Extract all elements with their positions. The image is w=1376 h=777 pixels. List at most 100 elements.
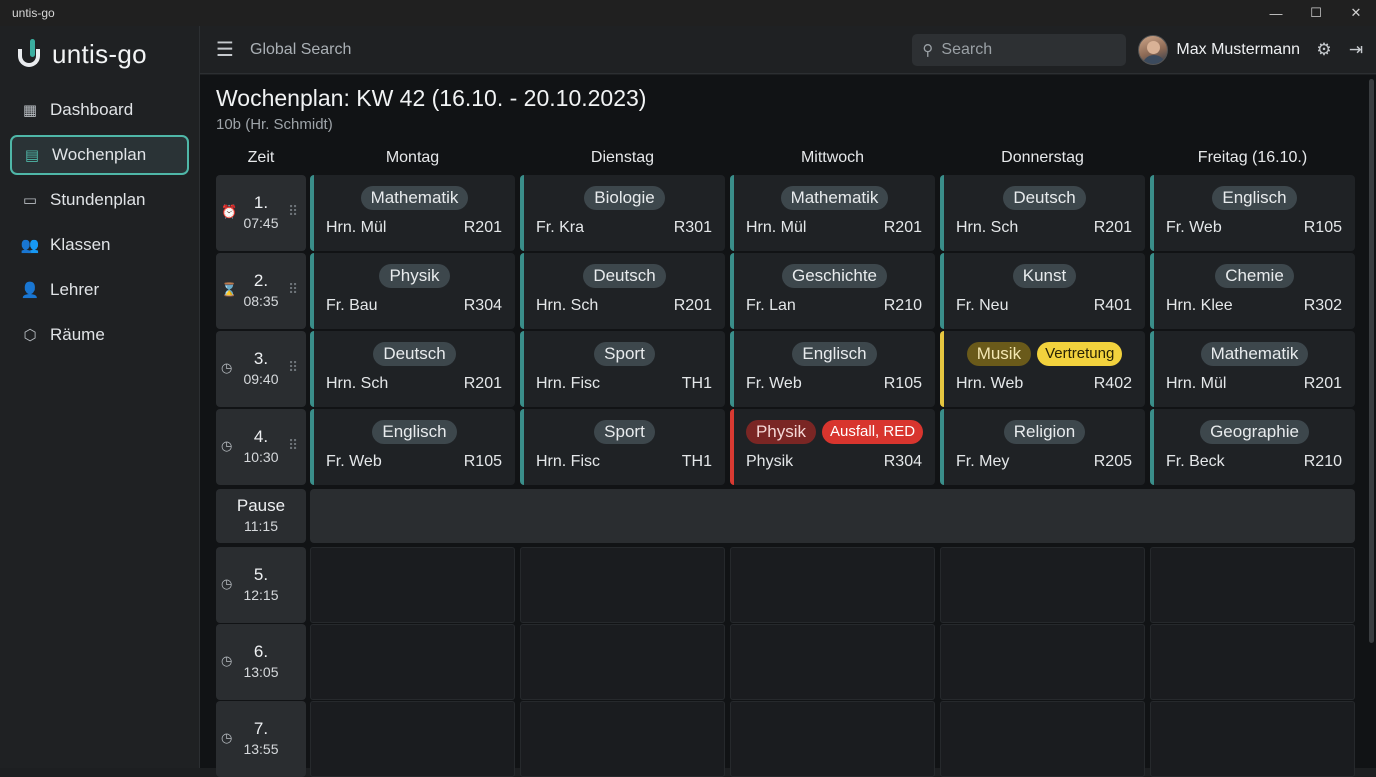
lesson-card[interactable]: Mathematik Hrn. Mül R201 <box>1150 331 1355 407</box>
main-content: Wochenplan: KW 42 (16.10. - 20.10.2023) … <box>200 75 1376 777</box>
empty-slot[interactable] <box>940 547 1145 623</box>
sidebar-item-klassen[interactable]: 👥 Klassen <box>10 225 189 265</box>
lesson-card[interactable]: Biologie Fr. Kra R301 <box>520 175 725 251</box>
drag-handle-icon[interactable]: ⠿ <box>288 281 298 298</box>
lesson-card[interactable]: Kunst Fr. Neu R401 <box>940 253 1145 329</box>
lesson-tags: Musik Vertretung <box>944 342 1145 366</box>
subject-badge: Geschichte <box>781 264 888 288</box>
settings-gear-icon[interactable]: ⚙ <box>1312 40 1336 60</box>
subject-badge: Englisch <box>792 342 877 366</box>
lesson-card[interactable]: Geschichte Fr. Lan R210 <box>730 253 935 329</box>
empty-slot[interactable] <box>520 624 725 700</box>
lesson-card[interactable]: Englisch Fr. Web R105 <box>310 409 515 485</box>
teacher-name: Fr. Bau <box>326 297 378 314</box>
teacher-name: Fr. Web <box>746 375 802 392</box>
sidebar-item-dashboard[interactable]: ▦ Dashboard <box>10 90 189 130</box>
lesson-card[interactable]: Englisch Fr. Web R105 <box>1150 175 1355 251</box>
empty-slot[interactable] <box>730 547 935 623</box>
status-badge: Ausfall, RED <box>822 420 924 444</box>
empty-slot[interactable] <box>1150 547 1355 623</box>
lesson-card[interactable]: Deutsch Hrn. Sch R201 <box>310 331 515 407</box>
column-header-3: Mittwoch <box>800 149 865 166</box>
lesson-card[interactable]: Physik Ausfall, RED Physik R304 <box>730 409 935 485</box>
room-number: R201 <box>1303 375 1342 392</box>
close-button[interactable]: ✕ <box>1336 0 1376 26</box>
lesson-card[interactable]: Sport Hrn. Fisc TH1 <box>520 409 725 485</box>
empty-slot[interactable] <box>730 624 935 700</box>
sidebar-item-label: Wochenplan <box>52 145 147 164</box>
period-cell: ⌛ 2. 08:35 ⠿ <box>216 253 306 329</box>
sidebar-item-wochenplan[interactable]: ▤ Wochenplan <box>10 135 189 175</box>
subject-badge: Geographie <box>1200 420 1309 444</box>
lesson-tags: Sport <box>524 342 725 366</box>
maximize-button[interactable]: ☐ <box>1296 0 1336 26</box>
lesson-card[interactable]: Sport Hrn. Fisc TH1 <box>520 331 725 407</box>
empty-slot[interactable] <box>940 624 1145 700</box>
teacher-name: Fr. Mey <box>956 453 1010 470</box>
empty-slot[interactable] <box>310 547 515 623</box>
hamburger-menu-icon[interactable]: ☰ <box>200 37 250 62</box>
teacher-name: Hrn. Klee <box>1166 297 1233 314</box>
lesson-card[interactable]: Physik Fr. Bau R304 <box>310 253 515 329</box>
subject-badge: Physik <box>379 264 450 288</box>
sidebar-item-stundenplan[interactable]: ▭ Stundenplan <box>10 180 189 220</box>
sidebar-item-label: Klassen <box>50 235 111 254</box>
user-name[interactable]: Max Mustermann <box>1176 41 1300 59</box>
sidebar-item-label: Räume <box>50 325 105 344</box>
lesson-tags: Mathematik <box>314 186 515 210</box>
search-input[interactable] <box>941 40 1112 59</box>
room-number: R301 <box>673 219 712 236</box>
period-cell: ◷ 4. 10:30 ⠿ <box>216 409 306 485</box>
subject-badge: Biologie <box>584 186 665 210</box>
lesson-card[interactable]: Geographie Fr. Beck R210 <box>1150 409 1355 485</box>
sidebar-nav: ▦ Dashboard ▤ Wochenplan ▭ Stundenplan 👥 Klasse… <box>0 90 199 355</box>
lesson-tags: Mathematik <box>1154 342 1355 366</box>
empty-slot[interactable] <box>520 547 725 623</box>
logout-icon[interactable]: ⇥ <box>1344 40 1368 60</box>
period-number: 6. <box>253 642 269 661</box>
lesson-card[interactable]: Deutsch Hrn. Sch R201 <box>520 253 725 329</box>
brand[interactable]: untis-go <box>0 26 199 82</box>
teacher-name: Hrn. Mül <box>1166 375 1227 392</box>
search-box[interactable]: ⚲ <box>912 33 1127 66</box>
teacher-name: Hrn. Sch <box>326 375 389 392</box>
sidebar-item-label: Dashboard <box>50 100 134 119</box>
teacher-name: Hrn. Sch <box>536 297 599 314</box>
drag-handle-icon[interactable]: ⠿ <box>288 359 298 376</box>
global-search-label[interactable]: Global Search <box>250 41 912 59</box>
lesson-card[interactable]: Mathematik Hrn. Mül R201 <box>730 175 935 251</box>
empty-slot[interactable] <box>310 701 515 777</box>
empty-slot[interactable] <box>1150 701 1355 777</box>
lesson-card[interactable]: Englisch Fr. Web R105 <box>730 331 935 407</box>
lesson-card[interactable]: Religion Fr. Mey R205 <box>940 409 1145 485</box>
room-number: R105 <box>883 375 922 392</box>
sidebar-item-raeume[interactable]: ⬡ Räume <box>10 315 189 355</box>
drag-handle-icon[interactable]: ⠿ <box>288 437 298 454</box>
lesson-tags: Physik Ausfall, RED <box>734 420 935 444</box>
minimize-button[interactable]: — <box>1256 0 1296 26</box>
avatar[interactable] <box>1138 34 1169 65</box>
room-number: R304 <box>463 297 502 314</box>
empty-slot[interactable] <box>940 701 1145 777</box>
period-cell: ◷ 7. 13:55 <box>216 701 306 777</box>
empty-slot[interactable] <box>1150 624 1355 700</box>
lesson-tags: Geschichte <box>734 264 935 288</box>
dashboard-icon: ▦ <box>22 102 38 119</box>
lesson-card[interactable]: Mathematik Hrn. Mül R201 <box>310 175 515 251</box>
sidebar-item-lehrer[interactable]: 👤 Lehrer <box>10 270 189 310</box>
lesson-card[interactable]: Musik Vertretung Hrn. Web R402 <box>940 331 1145 407</box>
lesson-card[interactable]: Chemie Hrn. Klee R302 <box>1150 253 1355 329</box>
subject-badge: Mathematik <box>1200 342 1309 366</box>
empty-slot[interactable] <box>310 624 515 700</box>
empty-slot[interactable] <box>730 701 935 777</box>
empty-slot[interactable] <box>520 701 725 777</box>
lesson-tags: Englisch <box>1154 186 1355 210</box>
drag-handle-icon[interactable]: ⠿ <box>288 203 298 220</box>
page-subtitle: 10b (Hr. Schmidt) <box>216 116 333 133</box>
lesson-card[interactable]: Deutsch Hrn. Sch R201 <box>940 175 1145 251</box>
sidebar: untis-go ▦ Dashboard ▤ Wochenplan ▭ Stundenpl… <box>0 26 200 768</box>
room-number: R201 <box>673 297 712 314</box>
scrollbar[interactable] <box>1369 79 1374 643</box>
period-number: 5. <box>253 565 269 584</box>
subject-badge: Kunst <box>1012 264 1077 288</box>
